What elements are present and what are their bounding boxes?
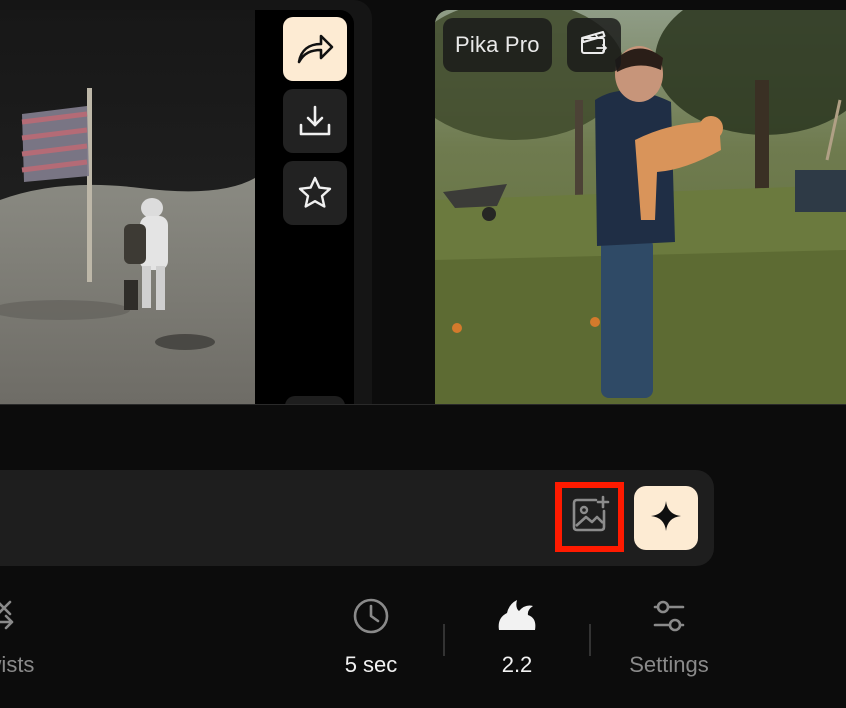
section-divider xyxy=(0,404,846,405)
sliders-icon xyxy=(649,596,689,636)
share-arrow-icon xyxy=(295,32,335,66)
duration-option[interactable]: 5 sec xyxy=(330,596,412,678)
clapperboard-icon xyxy=(579,28,609,63)
edit-clip-button[interactable] xyxy=(567,18,621,72)
twists-icon xyxy=(0,596,60,636)
video-card-right[interactable]: Pika Pro xyxy=(435,10,846,404)
download-button[interactable] xyxy=(283,89,347,153)
model-version-option[interactable]: 2.2 xyxy=(477,596,557,678)
generate-button[interactable] xyxy=(634,486,698,550)
prompt-bar xyxy=(0,470,714,566)
image-upload-inner xyxy=(561,488,618,546)
download-icon xyxy=(297,103,333,139)
model-badge: Pika Pro xyxy=(443,18,552,72)
twists-label: wists xyxy=(0,652,35,677)
duration-label: 5 sec xyxy=(344,652,398,677)
prompt-input[interactable] xyxy=(0,470,540,566)
star-icon xyxy=(297,175,333,211)
video-card-left xyxy=(0,0,372,404)
settings-label: Settings xyxy=(629,652,709,677)
video-actions-rail xyxy=(255,10,354,404)
model-version-label: 2.2 xyxy=(501,652,533,677)
option-separator xyxy=(443,624,445,656)
share-button[interactable] xyxy=(283,17,347,81)
twists-option[interactable]: wists xyxy=(0,596,60,678)
image-add-icon xyxy=(570,495,610,540)
more-button-partial[interactable] xyxy=(285,396,345,404)
rabbit-icon xyxy=(495,596,539,636)
option-separator xyxy=(589,624,591,656)
sparkle-icon xyxy=(650,500,682,537)
video-thumbnail-moon-landing[interactable] xyxy=(0,10,255,404)
clock-icon xyxy=(351,596,391,636)
app-page: Pika Pro ists 5 sec 2.2 Settings xyxy=(0,0,846,708)
settings-option[interactable]: Settings xyxy=(613,596,725,678)
favorite-button[interactable] xyxy=(283,161,347,225)
image-upload-button[interactable] xyxy=(555,482,624,552)
